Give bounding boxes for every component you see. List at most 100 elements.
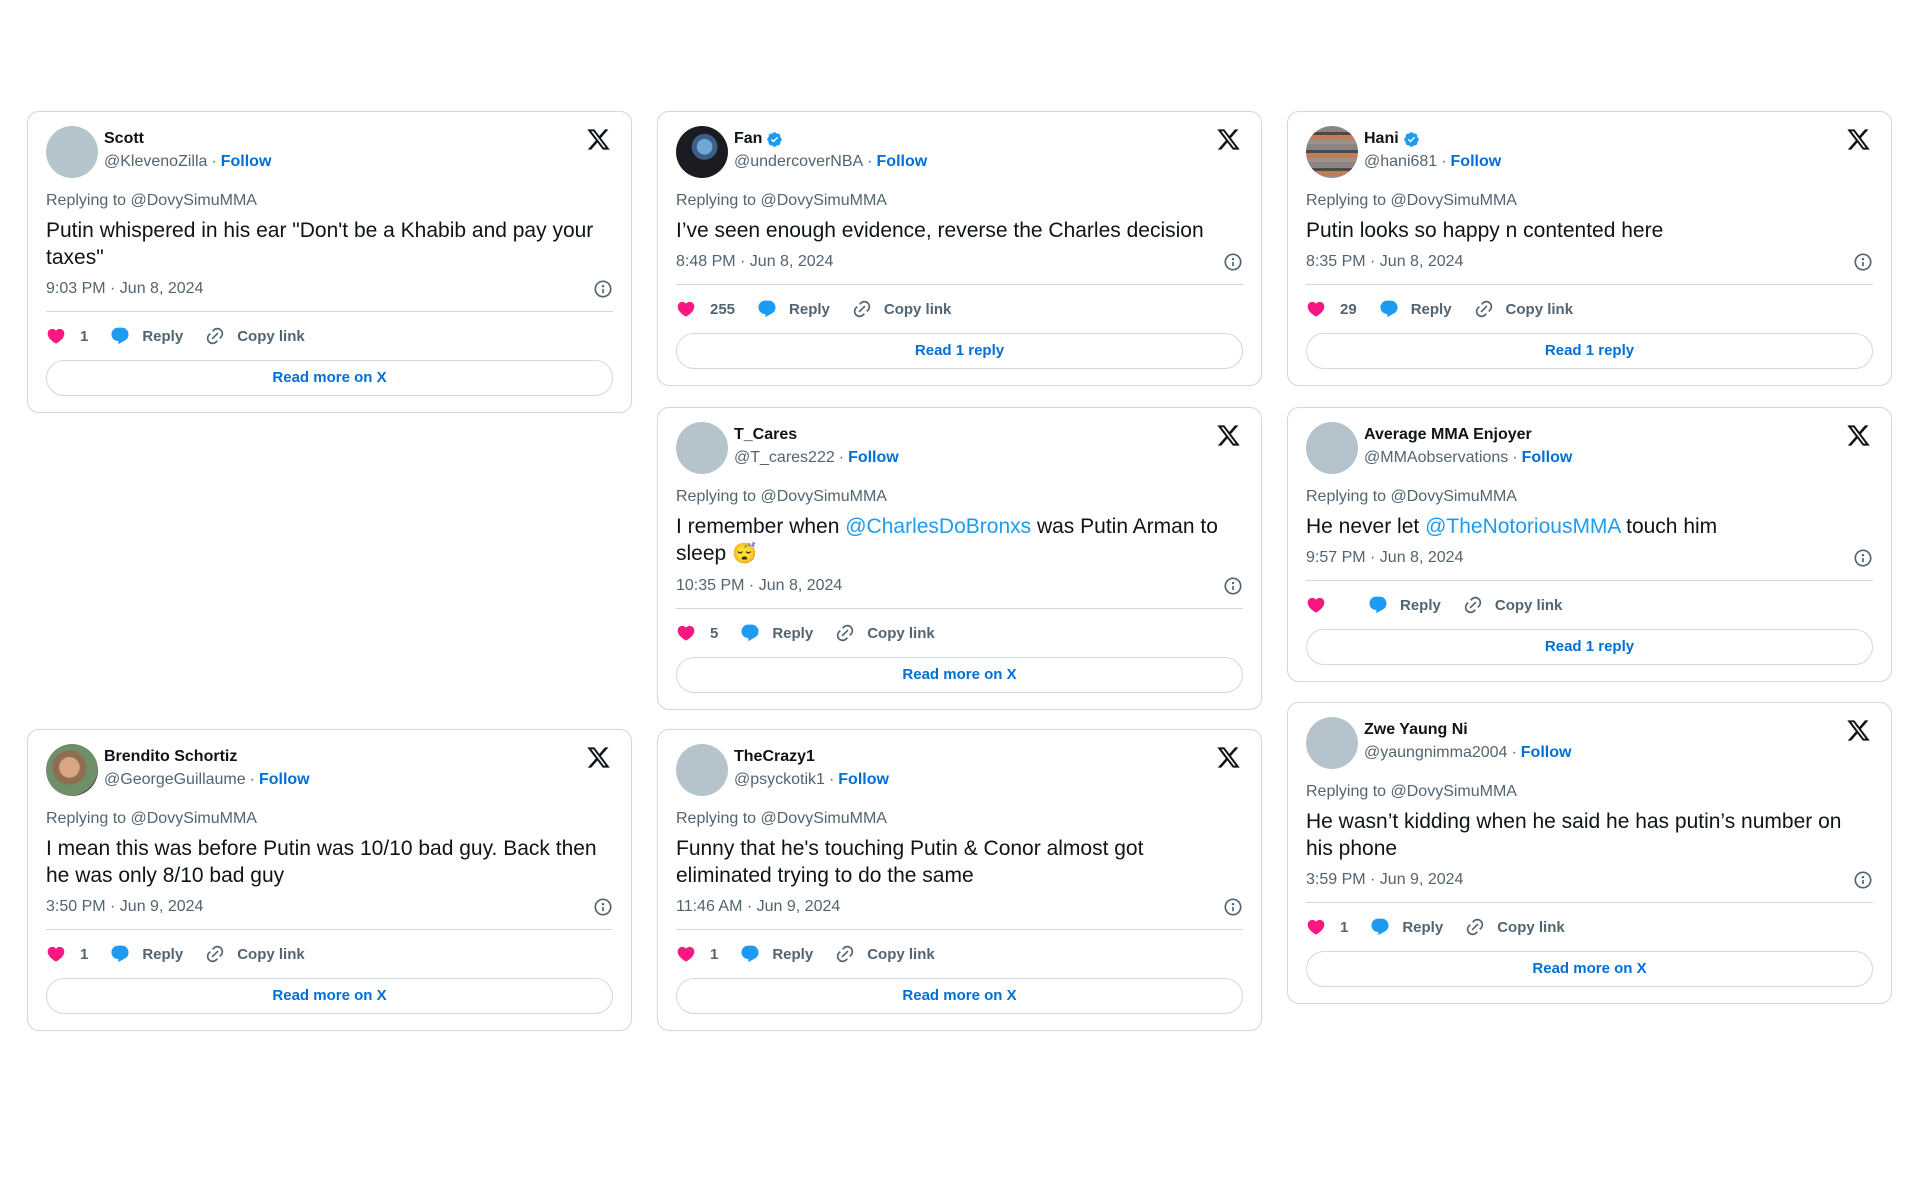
tweet-timestamp[interactable]: 10:35 PM · Jun 8, 2024 <box>676 577 842 595</box>
info-icon[interactable] <box>1223 897 1243 917</box>
reply-button[interactable]: Reply <box>1379 299 1452 319</box>
author-name[interactable]: Scott <box>104 130 144 148</box>
reply-button[interactable]: Reply <box>110 944 183 964</box>
read-more-button[interactable]: Read more on X <box>46 360 613 396</box>
x-logo-icon[interactable] <box>1216 423 1241 448</box>
info-icon[interactable] <box>1853 870 1873 890</box>
reply-button[interactable]: Reply <box>1368 595 1441 615</box>
author-handle[interactable]: @undercoverNBA <box>734 153 863 170</box>
author-handle[interactable]: @hani681 <box>1364 153 1437 170</box>
author-name[interactable]: T_Cares <box>734 426 797 444</box>
like-button[interactable]: 1 <box>46 944 88 964</box>
follow-button[interactable]: Follow <box>838 771 889 788</box>
replying-to[interactable]: Replying to @DovySimuMMA <box>46 192 613 212</box>
author-name[interactable]: Brendito Schortiz <box>104 748 237 766</box>
read-replies-button[interactable]: Read 1 reply <box>1306 629 1873 665</box>
tweet-timestamp[interactable]: 9:57 PM · Jun 8, 2024 <box>1306 549 1463 567</box>
x-logo-icon[interactable] <box>1846 718 1871 743</box>
reply-button[interactable]: Reply <box>110 326 183 346</box>
copy-link-button[interactable]: Copy link <box>1465 917 1565 937</box>
like-button[interactable]: 1 <box>1306 917 1348 937</box>
copy-link-button[interactable]: Copy link <box>205 944 305 964</box>
read-more-button[interactable]: Read more on X <box>46 978 613 1014</box>
replying-to[interactable]: Replying to @DovySimuMMA <box>46 810 613 830</box>
follow-button[interactable]: Follow <box>848 449 899 466</box>
reply-button[interactable]: Reply <box>757 299 830 319</box>
mention-link[interactable]: @CharlesDoBronxs <box>845 515 1031 538</box>
author-name[interactable]: Zwe Yaung Ni <box>1364 721 1468 739</box>
tweet-timestamp[interactable]: 3:50 PM · Jun 9, 2024 <box>46 898 203 916</box>
avatar[interactable] <box>676 744 728 796</box>
tweet-timestamp[interactable]: 9:03 PM · Jun 8, 2024 <box>46 280 203 298</box>
like-button[interactable]: 29 <box>1306 299 1357 319</box>
author-handle[interactable]: @GeorgeGuillaume <box>104 771 246 788</box>
mention-link[interactable]: @TheNotoriousMMA <box>1425 515 1620 538</box>
author-handle[interactable]: @T_cares222 <box>734 449 835 466</box>
tweet-timestamp[interactable]: 8:48 PM · Jun 8, 2024 <box>676 253 833 271</box>
like-button[interactable]: 1 <box>676 944 718 964</box>
info-icon[interactable] <box>593 279 613 299</box>
info-icon[interactable] <box>1853 548 1873 568</box>
avatar[interactable] <box>1306 717 1358 769</box>
author-handle[interactable]: @KlevenoZilla <box>104 153 207 170</box>
copy-link-button[interactable]: Copy link <box>1474 299 1573 319</box>
copy-link-button[interactable]: Copy link <box>1463 595 1562 615</box>
like-button[interactable] <box>1306 595 1326 615</box>
x-logo-icon[interactable] <box>1216 127 1241 152</box>
read-replies-button[interactable]: Read 1 reply <box>1306 333 1873 369</box>
avatar[interactable] <box>46 126 98 178</box>
read-replies-button[interactable]: Read 1 reply <box>676 333 1243 369</box>
x-logo-icon[interactable] <box>586 127 611 152</box>
author-name[interactable]: Fan <box>734 130 762 148</box>
follow-button[interactable]: Follow <box>1451 153 1502 170</box>
info-icon[interactable] <box>1223 252 1243 272</box>
read-more-button[interactable]: Read more on X <box>676 978 1243 1014</box>
replying-to[interactable]: Replying to @DovySimuMMA <box>676 488 1243 508</box>
avatar[interactable] <box>1306 126 1358 178</box>
avatar[interactable] <box>46 744 98 796</box>
follow-button[interactable]: Follow <box>221 153 272 170</box>
copy-link-button[interactable]: Copy link <box>205 326 305 346</box>
follow-button[interactable]: Follow <box>877 153 928 170</box>
avatar[interactable] <box>676 126 728 178</box>
reply-button[interactable]: Reply <box>740 944 813 964</box>
info-icon[interactable] <box>1223 576 1243 596</box>
like-button[interactable]: 255 <box>676 299 735 319</box>
copy-link-button[interactable]: Copy link <box>835 623 935 643</box>
follow-button[interactable]: Follow <box>259 771 310 788</box>
x-logo-icon[interactable] <box>1846 127 1871 152</box>
tweet-timestamp[interactable]: 3:59 PM · Jun 9, 2024 <box>1306 871 1463 889</box>
replying-to[interactable]: Replying to @DovySimuMMA <box>1306 192 1873 212</box>
replying-to[interactable]: Replying to @DovySimuMMA <box>1306 488 1873 508</box>
author-handle[interactable]: @MMAobservations <box>1364 449 1508 466</box>
x-logo-icon[interactable] <box>1216 745 1241 770</box>
copy-link-button[interactable]: Copy link <box>852 299 951 319</box>
author-handle[interactable]: @psyckotik1 <box>734 771 825 788</box>
copy-link-button[interactable]: Copy link <box>835 944 935 964</box>
info-icon[interactable] <box>1853 252 1873 272</box>
author-name[interactable]: TheCrazy1 <box>734 748 815 766</box>
tweet-timestamp[interactable]: 11:46 AM · Jun 9, 2024 <box>676 898 840 916</box>
replying-to[interactable]: Replying to @DovySimuMMA <box>676 192 1243 212</box>
replying-to[interactable]: Replying to @DovySimuMMA <box>1306 783 1873 803</box>
reply-button[interactable]: Reply <box>1370 917 1443 937</box>
info-icon[interactable] <box>593 897 613 917</box>
avatar[interactable] <box>676 422 728 474</box>
author-name[interactable]: Hani <box>1364 130 1399 148</box>
author-handle[interactable]: @yaungnimma2004 <box>1364 744 1507 761</box>
tweet-card: Zwe Yaung Ni @yaungnimma2004 · Follow Repl… <box>1287 702 1892 1004</box>
follow-button[interactable]: Follow <box>1522 449 1573 466</box>
reply-button[interactable]: Reply <box>740 623 813 643</box>
avatar[interactable] <box>1306 422 1358 474</box>
x-logo-icon[interactable] <box>586 745 611 770</box>
tweet-header: Brendito Schortiz @GeorgeGuillaume · Follo… <box>46 744 613 798</box>
tweet-timestamp[interactable]: 8:35 PM · Jun 8, 2024 <box>1306 253 1463 271</box>
x-logo-icon[interactable] <box>1846 423 1871 448</box>
follow-button[interactable]: Follow <box>1521 744 1572 761</box>
author-name[interactable]: Average MMA Enjoyer <box>1364 426 1532 444</box>
read-more-button[interactable]: Read more on X <box>676 657 1243 693</box>
read-more-button[interactable]: Read more on X <box>1306 951 1873 987</box>
like-button[interactable]: 1 <box>46 326 88 346</box>
like-button[interactable]: 5 <box>676 623 718 643</box>
replying-to[interactable]: Replying to @DovySimuMMA <box>676 810 1243 830</box>
